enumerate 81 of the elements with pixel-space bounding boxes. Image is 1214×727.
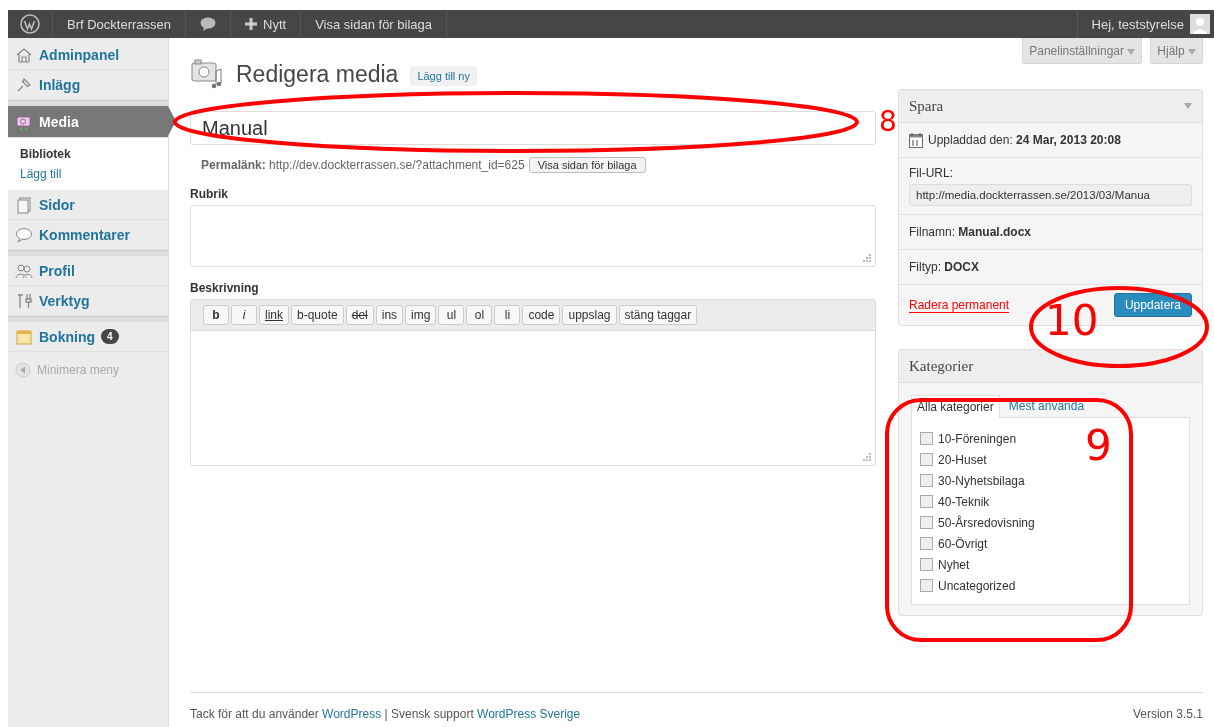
checkbox[interactable] — [920, 474, 933, 487]
sidebar-item[interactable]: Adminpanel — [8, 40, 168, 70]
title-field[interactable]: Manual — [190, 111, 876, 145]
view-page-button[interactable]: Visa sidan för bilaga — [528, 157, 646, 173]
toggle-icon[interactable] — [1184, 103, 1192, 109]
caption-label: Rubrik — [190, 187, 229, 201]
resize-grip-icon[interactable] — [863, 453, 871, 461]
format-button[interactable]: b-quote — [291, 305, 344, 325]
format-button[interactable]: code — [522, 305, 561, 325]
category-label: 60-Övrigt — [938, 536, 988, 551]
category-label: 30-Nyhetsbilaga — [938, 473, 1025, 488]
format-button[interactable]: b — [203, 305, 229, 325]
pin-icon — [15, 75, 33, 94]
speech-bubble-icon — [15, 225, 33, 244]
sidebar-item[interactable]: Bokning 4 — [8, 322, 168, 352]
page-title: Redigera media — [236, 60, 399, 88]
file-url-field[interactable]: http://media.dockterrassen.se/2013/03/Manua — [909, 184, 1192, 206]
pages-icon — [15, 195, 33, 214]
category-label: 50-Årsredovisning — [938, 515, 1035, 530]
footer-link[interactable]: WordPress Sverige — [477, 707, 581, 721]
caption-field[interactable] — [190, 205, 876, 267]
avatar-icon — [1190, 14, 1210, 34]
file-type: Filtyp: DOCX — [909, 260, 979, 274]
submenu-item[interactable]: Lägg till — [20, 164, 168, 184]
category-tab[interactable]: Mest använda — [1003, 395, 1090, 418]
format-button[interactable]: uppslag — [562, 305, 617, 325]
category-label: Uncategorized — [938, 578, 1016, 593]
footer-text: Tack för att du använder WordPress | Svensk support WordPress Sverige — [190, 707, 581, 721]
collapse-icon[interactable] — [15, 362, 31, 378]
tools-icon — [15, 291, 33, 310]
upload-date: Uppladdad den: 24 Mar, 2013 20:08 — [928, 133, 1121, 147]
file-name: Filnamn: Manual.docx — [909, 225, 1032, 239]
format-button[interactable]: ins — [375, 305, 404, 325]
version-text: Version 3.5.1 — [1132, 707, 1203, 721]
format-button[interactable]: stäng taggar — [618, 305, 698, 325]
category-label: 20-Huset — [938, 452, 987, 467]
format-button[interactable]: ul — [438, 305, 465, 325]
new-content-link[interactable]: Nytt — [231, 10, 302, 38]
calendar-icon — [15, 327, 33, 346]
format-button[interactable]: li — [494, 305, 521, 325]
caret-icon — [1188, 48, 1196, 55]
format-button[interactable]: i — [231, 305, 257, 325]
people-icon — [15, 261, 33, 280]
checkbox[interactable] — [920, 453, 933, 466]
category-label: Nyhet — [938, 557, 970, 572]
category-label: 40-Teknik — [938, 494, 990, 509]
permalink-text: Permalänk: http://dev.dockterrassen.se/?attachment_id=625 — [201, 158, 525, 172]
screen-options-tab[interactable]: Panelinställningar — [1022, 38, 1143, 64]
checkbox[interactable] — [920, 516, 933, 529]
delete-link[interactable]: Radera permanent — [909, 297, 1010, 313]
screen-options-tab[interactable]: Hjälp — [1150, 38, 1203, 64]
format-button[interactable]: link — [259, 305, 289, 325]
panel-title: Kategorier — [909, 357, 974, 375]
checkbox[interactable] — [920, 579, 933, 592]
update-button[interactable]: Uppdatera — [1113, 293, 1192, 317]
format-button[interactable]: ol — [466, 305, 493, 325]
calendar-icon — [909, 132, 923, 148]
add-new-button[interactable]: Lägg till ny — [410, 66, 477, 86]
view-page-link[interactable]: Visa sidan för bilaga — [301, 10, 447, 38]
format-button[interactable]: img — [405, 305, 437, 325]
description-label: Beskrivning — [190, 281, 260, 295]
panel-title: Spara — [909, 97, 944, 115]
submenu-item[interactable]: Bibliotek — [20, 144, 168, 164]
checkbox[interactable] — [920, 432, 933, 445]
media-icon — [190, 57, 224, 91]
annotation-number: 9 — [1085, 425, 1112, 467]
footer-link[interactable]: WordPress — [322, 707, 382, 721]
sidebar-item[interactable]: Sidor — [8, 190, 168, 220]
checkbox[interactable] — [920, 495, 933, 508]
sidebar-item[interactable]: Profil — [8, 256, 168, 286]
format-button[interactable]: del — [345, 305, 374, 325]
checkbox[interactable] — [920, 537, 933, 550]
file-url-label: Fil-URL: — [909, 166, 954, 180]
count-badge: 4 — [101, 329, 119, 344]
caret-icon — [1127, 48, 1136, 55]
annotation-number: 8 — [879, 108, 897, 136]
category-label: 10-Föreningen — [938, 431, 1017, 446]
annotation-number: 10 — [1045, 300, 1099, 342]
checkbox[interactable] — [920, 558, 933, 571]
plus-icon — [245, 18, 258, 30]
resize-grip-icon[interactable] — [863, 254, 871, 262]
